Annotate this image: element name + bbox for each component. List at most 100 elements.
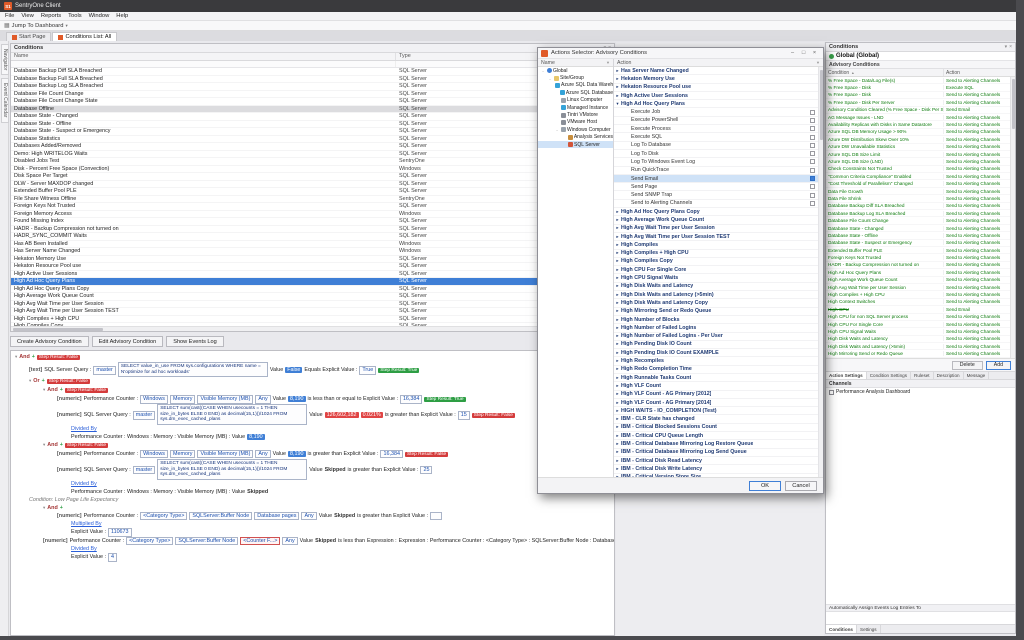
actions-list-row[interactable]: ▸ Hekaton Memory Use <box>614 75 823 83</box>
edit-advisory-condition-button[interactable]: Edit Advisory Condition <box>92 336 164 347</box>
condition-row[interactable]: HADR - Backup Compression not turned on … <box>11 226 614 234</box>
actions-list-row[interactable]: ▸ High Pending Disk IO Count <box>614 341 823 349</box>
editor-row[interactable]: ▾And+Step Result: False <box>11 441 614 450</box>
editor-row[interactable]: ▾And+Step Result: False <box>11 386 614 395</box>
dock-bottom-tab[interactable]: Conditions <box>826 625 857 633</box>
channel-row[interactable]: Performance Analysis Dashboard <box>826 388 1015 396</box>
actions-list-row[interactable]: Log To Windows Event Log <box>614 158 823 166</box>
actions-list-row[interactable]: ▸ Hekaton Resource Pool use <box>614 84 823 92</box>
editor-segment[interactable]: [numeric] <box>57 412 82 418</box>
actions-list-row[interactable]: Run QuickTrace <box>614 167 823 175</box>
actions-list-row[interactable]: ▸ High CPU Signal Waits <box>614 274 823 282</box>
tree-node[interactable]: SQL Server <box>538 141 613 148</box>
actions-list-row[interactable]: ▸ IBM - Critical Database Mirroring Log … <box>614 449 823 457</box>
actions-list-row[interactable]: ▸ High Compiles <box>614 241 823 249</box>
expander-icon[interactable]: ▸ <box>614 283 621 289</box>
editor-segment[interactable]: Skipped <box>325 467 346 473</box>
editor-segment[interactable]: Or <box>33 378 39 384</box>
menu-item[interactable]: Window <box>89 13 110 19</box>
editor-segment[interactable]: SELECT value_in_use FROM sys.configurati… <box>118 362 268 377</box>
auto-filter-row[interactable] <box>11 61 614 68</box>
actions-list-row[interactable]: ▸ IBM - Critical Disk Read Latency <box>614 457 823 465</box>
editor-segment[interactable]: 0.021% <box>361 412 383 418</box>
editor-segment[interactable]: Value <box>309 412 322 418</box>
tree-node[interactable]: Azure SQL Data Warehouse <box>538 82 613 89</box>
editor-segment[interactable]: ▾ <box>43 442 45 447</box>
editor-segment[interactable]: Any <box>255 395 270 404</box>
editor-row[interactable]: ▾Or+Step Result: False <box>11 377 614 386</box>
minimize-button[interactable]: – <box>787 49 798 58</box>
editor-segment[interactable]: Memory <box>170 395 195 404</box>
actions-list-row[interactable]: ▸ High Number of Blocks <box>614 316 823 324</box>
expander-icon[interactable]: ▸ <box>614 366 621 372</box>
cancel-button[interactable]: Cancel <box>785 481 817 491</box>
actions-list-row[interactable]: Execute PowerShell <box>614 117 823 125</box>
editor-segment[interactable]: Performance Counter : <box>84 451 139 457</box>
editor-segment[interactable]: Performance Counter : Windows : Memory :… <box>71 489 245 495</box>
editor-segment[interactable]: Expression : Performance Counter : <Cate… <box>399 538 615 544</box>
editor-segment[interactable]: Step Result: False <box>405 452 448 457</box>
action-checkbox[interactable] <box>810 135 815 140</box>
editor-row[interactable]: Explicit Value :110673 <box>11 528 614 537</box>
editor-segment[interactable]: Step Result: False <box>47 379 90 384</box>
editor-segment[interactable]: Performance Counter : <box>84 513 139 519</box>
expander-icon[interactable]: ▸ <box>614 84 621 90</box>
expander-icon[interactable]: ▸ <box>614 258 621 264</box>
assigned-action-row[interactable]: Extended Buffer Pool PLE Send to Alertin… <box>826 247 1015 254</box>
expander-icon[interactable]: ▸ <box>614 350 621 356</box>
editor-segment[interactable]: is greater than Explicit Value : <box>357 513 428 519</box>
condition-row[interactable]: High Average Work Queue Count SQL Server <box>11 293 614 301</box>
editor-segment[interactable]: is greater than Explicit Value : <box>385 412 456 418</box>
action-checkbox[interactable] <box>810 151 815 156</box>
assigned-action-row[interactable]: Database State - Changed Send to Alertin… <box>826 225 1015 232</box>
condition-row[interactable]: Database Statistics SQL Server <box>11 136 614 144</box>
expander-icon[interactable]: ▸ <box>614 391 621 397</box>
assigned-action-row[interactable]: % Free Space - Disk Send to Alerting Cha… <box>826 92 1015 99</box>
menu-item[interactable]: Help <box>116 13 128 19</box>
tree-column-header[interactable]: Name ▼ <box>538 59 613 67</box>
editor-segment[interactable]: Step Result: True <box>378 368 419 373</box>
assigned-action-row[interactable]: High Average Work Queue Count Send to Al… <box>826 277 1015 284</box>
column-header-name[interactable]: Name <box>11 53 396 60</box>
editor-segment[interactable]: + <box>60 505 63 511</box>
assigned-action-row[interactable]: High Disk Waits and Latency Send to Aler… <box>826 336 1015 343</box>
actions-list-row[interactable]: ▸ High CPU For Single Core <box>614 266 823 274</box>
editor-segment[interactable]: Skipped <box>315 538 336 544</box>
condition-row[interactable]: High Active User Sessions SQL Server <box>11 271 614 279</box>
editor-row[interactable]: Performance Counter : Windows : Memory :… <box>11 433 614 441</box>
expander-icon[interactable]: ▸ <box>614 341 621 347</box>
editor-segment[interactable]: Condition: Low Page Life Expectancy <box>29 497 118 503</box>
editor-segment[interactable]: [numeric] <box>57 513 82 519</box>
action-checkbox[interactable] <box>810 143 815 148</box>
editor-row[interactable]: Explicit Value :4 <box>11 553 614 562</box>
create-advisory-condition-button[interactable]: Create Advisory Condition <box>10 336 89 347</box>
condition-row[interactable]: Database State - Suspect or Emergency SQ… <box>11 128 614 136</box>
tree-node[interactable]: - Windows Computer <box>538 126 613 133</box>
close-icon[interactable]: × <box>1009 44 1012 50</box>
editor-segment[interactable]: is less than or equal to Explicit Value … <box>308 396 398 402</box>
actions-list-row[interactable]: ▸ High Compiles + High CPU <box>614 250 823 258</box>
editor-segment[interactable]: [numeric] <box>57 467 82 473</box>
editor-row[interactable]: ▾And+ <box>11 504 614 512</box>
tree-expander-icon[interactable]: - <box>547 76 553 81</box>
expander-icon[interactable]: ▸ <box>614 267 621 273</box>
condition-row[interactable]: Database State - Offline SQL Server <box>11 121 614 129</box>
tree-node[interactable]: - Site/Group <box>538 74 613 81</box>
tree-node[interactable]: Linux Computer <box>538 97 613 104</box>
editor-segment[interactable]: ▾ <box>15 354 17 359</box>
tree-expander-icon[interactable]: - <box>554 127 560 132</box>
editor-segment[interactable]: 110673 <box>108 528 132 537</box>
editor-segment[interactable]: 126,602,182 <box>325 412 359 418</box>
assigned-action-row[interactable]: High Compiles + High CPU Send to Alertin… <box>826 291 1015 298</box>
assigned-action-row[interactable]: "Common Criteria Compliance" Enabled Sen… <box>826 173 1015 180</box>
settings-tab[interactable]: Message <box>964 372 990 379</box>
actions-list-row[interactable]: ▸ High Runnable Tasks Count <box>614 374 823 382</box>
expander-icon[interactable]: ▸ <box>614 416 621 422</box>
ok-button[interactable]: OK <box>749 481 781 491</box>
editor-segment[interactable]: And <box>47 387 57 393</box>
editor-segment[interactable]: SQLServer:Buffer Node <box>175 537 238 546</box>
editor-row[interactable]: [numeric]Performance Counter :WindowsMem… <box>11 450 614 459</box>
actions-list-row[interactable]: Log To Database <box>614 142 823 150</box>
assigned-action-row[interactable]: Data File Growth Send to Alerting Channe… <box>826 188 1015 195</box>
editor-segment[interactable]: is greater than Explicit Value : <box>348 467 419 473</box>
